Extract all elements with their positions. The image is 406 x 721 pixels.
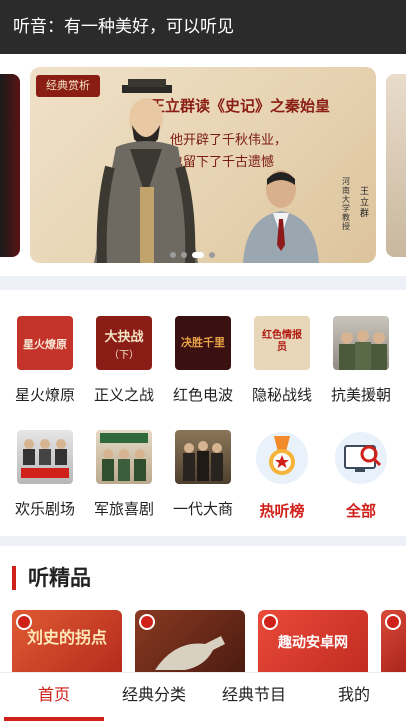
category-label: 欢乐剧场 [14, 500, 75, 518]
thumb-text: 大抉战 [104, 330, 144, 345]
category-retingbang[interactable]: 热听榜 [241, 430, 323, 521]
section-title: 听精品 [28, 566, 91, 590]
category-label: 隐秘战线 [251, 386, 312, 404]
section-divider [0, 536, 406, 546]
tab-home[interactable]: 首页 [4, 673, 104, 721]
tab-mine[interactable]: 我的 [304, 673, 404, 721]
premium-card[interactable] [135, 610, 245, 678]
header-title: 听音：有一种美好，可以听见 [13, 17, 234, 37]
category-junlvxiju[interactable]: 军旅喜剧 [83, 430, 165, 519]
category-xinghuoliaoyuan[interactable]: 星火燎原 星火燎原 [4, 316, 86, 405]
carousel-indicator[interactable] [170, 252, 215, 258]
banner-name: 王立群 [360, 187, 370, 219]
card-text: 刘史的拐点 [26, 628, 107, 647]
active-tab-indicator [4, 717, 104, 721]
medal-icon [254, 430, 310, 486]
carousel-dot-active[interactable] [192, 252, 204, 258]
tab-label: 经典分类 [121, 685, 186, 704]
tab-label: 我的 [337, 685, 370, 704]
tab-label: 首页 [37, 685, 70, 704]
banner-carousel[interactable]: 经典赏析 王立群读《史记》之秦始皇 他开辟了千秋伟业， 也留下了千古遗憾 河南大… [0, 54, 406, 276]
category-thumb: 大抉战 （下） [96, 316, 152, 370]
speaker-photo [243, 170, 319, 263]
category-thumb: 星火燎原 [17, 316, 73, 370]
category-label: 一代大商 [172, 500, 233, 518]
section-divider [0, 276, 406, 290]
group-photo [21, 439, 69, 478]
category-thumb [96, 430, 152, 484]
category-label: 正义之战 [93, 386, 154, 404]
category-label: 红色电波 [172, 386, 233, 404]
tab-programs[interactable]: 经典节目 [204, 673, 304, 721]
banner-next-slide[interactable] [386, 74, 406, 257]
category-hongsedianbo[interactable]: 决胜千里 红色电波 [162, 316, 244, 405]
bottom-tab-bar: 首页 经典分类 经典节目 我的 [0, 672, 406, 721]
banner-note: 河南大学教授 [342, 177, 350, 231]
premium-cards: 刘史的拐点 趣动安卓网 [0, 610, 406, 678]
category-thumb [17, 430, 73, 484]
category-label: 星火燎原 [14, 386, 75, 404]
group-photo [100, 433, 148, 481]
carousel-dot[interactable] [170, 252, 176, 258]
headphone-icon [385, 614, 401, 630]
category-yinmizhanxian[interactable]: 红色情报员 隐秘战线 [241, 316, 323, 405]
thumb-text: 红色情报员 [262, 330, 302, 353]
category-label: 军旅喜剧 [93, 500, 154, 518]
banner-slide[interactable]: 经典赏析 王立群读《史记》之秦始皇 他开辟了千秋伟业， 也留下了千古遗憾 河南大… [30, 67, 376, 263]
category-quanbu[interactable]: 全部 [320, 430, 402, 521]
headphone-icon [262, 614, 278, 630]
group-photo [339, 330, 387, 370]
category-zhengyizhizhan[interactable]: 大抉战 （下） 正义之战 [83, 316, 165, 405]
category-huanlejuchang[interactable]: 欢乐剧场 [4, 430, 86, 519]
app-header: 听音：有一种美好，可以听见 [0, 0, 406, 54]
category-label: 全部 [345, 502, 376, 520]
category-label: 热听榜 [259, 502, 305, 520]
search-monitor-icon [333, 430, 389, 486]
horse-statue-image [155, 636, 225, 670]
thumb-subtext: （下） [109, 350, 139, 361]
carousel-dot[interactable] [209, 252, 215, 258]
category-thumb: 决胜千里 [175, 316, 231, 370]
category-yidaidashang[interactable]: 一代大商 [162, 430, 244, 519]
category-grid: 星火燎原 星火燎原 大抉战 （下） 正义之战 决胜千里 红色电波 红色情报员 隐… [0, 290, 406, 536]
banner-prev-slide[interactable] [0, 74, 20, 257]
premium-card[interactable]: 刘史的拐点 [12, 610, 122, 678]
section-header: 听精品 [0, 546, 406, 608]
category-thumb: 红色情报员 [254, 316, 310, 370]
category-thumb [175, 430, 231, 484]
category-thumb [333, 316, 389, 370]
card-text: 趣动安卓网 [278, 635, 348, 651]
premium-card[interactable]: 趣动安卓网 [258, 610, 368, 678]
section-accent-bar [12, 566, 16, 590]
category-label: 抗美援朝 [330, 386, 391, 404]
thumb-text: 星火燎原 [23, 338, 67, 351]
premium-card[interactable] [381, 610, 406, 678]
category-kangmeiyuanchao[interactable]: 抗美援朝 [320, 316, 402, 405]
carousel-dot[interactable] [181, 252, 187, 258]
thumb-text: 决胜千里 [181, 336, 225, 349]
emperor-illustration [94, 79, 198, 263]
tab-categories[interactable]: 经典分类 [104, 673, 204, 721]
group-photo [183, 441, 223, 481]
tab-label: 经典节目 [221, 685, 286, 704]
